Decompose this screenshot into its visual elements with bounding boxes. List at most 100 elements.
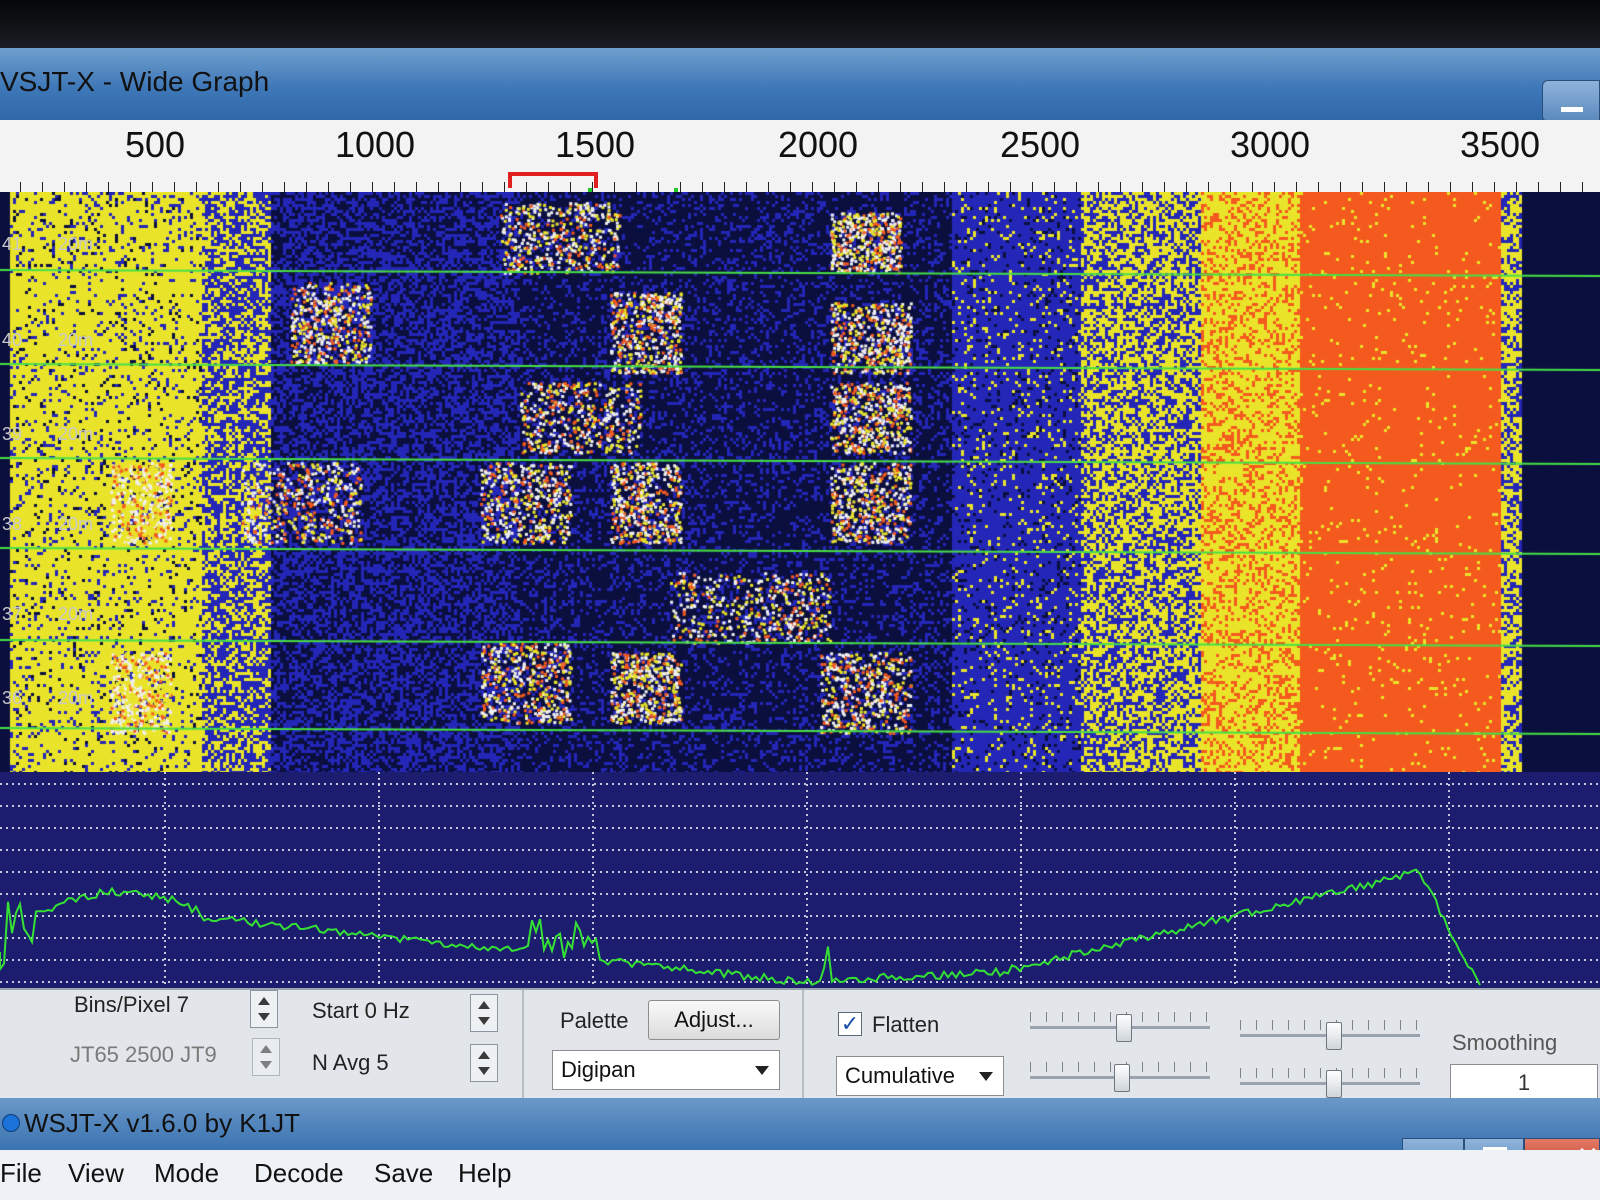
ruler-minor-tick: [922, 182, 923, 192]
wide-graph-titlebar[interactable]: VSJT-X - Wide Graph: [0, 48, 1600, 122]
menu-bar: File View Mode Decode Save Help: [0, 1150, 1600, 1200]
ruler-minor-tick: [1406, 182, 1407, 192]
smoothing-label: Smoothing: [1452, 1030, 1558, 1055]
ruler-minor-tick: [834, 182, 835, 192]
ruler-minor-tick: [1230, 182, 1231, 192]
ruler-minor-tick: [944, 182, 945, 192]
mode-line-label: JT65 2500 JT9: [70, 1042, 217, 1067]
row-time-label: 39: [2, 424, 23, 444]
ruler-minor-tick: [350, 182, 351, 192]
menu-mode[interactable]: Mode: [154, 1158, 219, 1189]
n-avg-label: N Avg 5: [312, 1050, 389, 1075]
ruler-minor-tick: [1164, 182, 1165, 192]
ruler-minor-tick: [1538, 182, 1539, 192]
freq-tick-label: 2500: [999, 124, 1081, 165]
ruler-minor-tick: [878, 182, 879, 192]
menu-decode[interactable]: Decode: [254, 1158, 344, 1189]
ruler-minor-tick: [1560, 182, 1561, 192]
ruler-minor-tick: [1252, 182, 1253, 192]
spectrum-plot[interactable]: [0, 772, 1600, 988]
ruler-minor-tick: [196, 182, 197, 192]
ruler-minor-tick: [966, 182, 967, 192]
ruler-minor-tick: [1186, 182, 1187, 192]
tx-frequency-marker[interactable]: [508, 172, 598, 188]
ruler-minor-tick: [1384, 182, 1385, 192]
ruler-minor-tick: [306, 182, 307, 192]
start-frequency-label: Start 0 Hz: [312, 998, 410, 1023]
flatten-label: Flatten: [872, 1012, 940, 1037]
row-band-label: 20m: [58, 424, 94, 444]
ruler-minor-tick: [988, 182, 989, 192]
wsjtx-logo-icon: [2, 1114, 20, 1132]
palette-label: Palette: [560, 1008, 629, 1033]
ruler-minor-tick: [1032, 182, 1033, 192]
freq-tick-label: 2000: [777, 124, 859, 165]
ruler-minor-tick: [1098, 182, 1099, 192]
row-time-label: 41: [2, 234, 23, 254]
menu-help[interactable]: Help: [458, 1158, 511, 1189]
ruler-minor-tick: [328, 182, 329, 192]
row-time-label: 37: [2, 604, 23, 624]
minimize-button[interactable]: [1542, 80, 1600, 122]
ruler-minor-tick: [416, 182, 417, 192]
row-band-label: 20m: [58, 688, 94, 708]
ruler-minor-tick: [438, 182, 439, 192]
ruler-minor-tick: [812, 182, 813, 192]
divider: [522, 990, 524, 1100]
spectrum-mode-value: Cumulative: [845, 1063, 956, 1088]
menu-file[interactable]: File: [0, 1158, 42, 1189]
n-avg-spinner[interactable]: [470, 1044, 498, 1082]
palette-select-value: Digipan: [561, 1057, 636, 1082]
spectrum-gain-slider[interactable]: [1240, 1020, 1420, 1050]
ruler-minor-tick: [1054, 182, 1055, 192]
spectrum-zero-slider[interactable]: [1240, 1068, 1420, 1098]
start-frequency-spinner[interactable]: [470, 994, 498, 1032]
zero-slider[interactable]: [1030, 1062, 1210, 1092]
window-title: VSJT-X - Wide Graph: [0, 66, 270, 97]
ruler-minor-tick: [1076, 182, 1077, 192]
ruler-minor-tick: [1208, 182, 1209, 192]
menu-save[interactable]: Save: [374, 1158, 433, 1189]
ruler-minor-tick: [1274, 182, 1275, 192]
palette-adjust-button[interactable]: Adjust...: [648, 1000, 780, 1040]
gain-slider[interactable]: [1030, 1012, 1210, 1042]
minimize-icon: [1561, 107, 1583, 112]
ruler-minor-tick: [240, 182, 241, 192]
ruler-minor-tick: [108, 182, 109, 192]
ruler-minor-tick: [680, 182, 681, 192]
row-time-label: 36: [2, 688, 23, 708]
row-band-label: 20m: [58, 330, 94, 350]
ruler-minor-tick: [1318, 182, 1319, 192]
palette-select[interactable]: Digipan: [552, 1050, 780, 1090]
ruler-minor-tick: [460, 182, 461, 192]
row-time-label: 40: [2, 330, 23, 350]
frequency-ruler[interactable]: 500 1000 1500 2000 2500 3000 3500: [0, 120, 1600, 192]
mode-line-spinner[interactable]: [252, 1038, 280, 1076]
wide-graph-window: VSJT-X - Wide Graph 500 1000 1500 2000 2…: [0, 48, 1600, 1200]
ruler-minor-tick: [1340, 182, 1341, 192]
ruler-minor-tick: [1142, 182, 1143, 192]
menu-view[interactable]: View: [68, 1158, 124, 1189]
freq-tick-label: 3500: [1459, 124, 1541, 165]
ruler-minor-tick: [768, 182, 769, 192]
main-window-titlebar[interactable]: WSJT-X v1.6.0 by K1JT: [0, 1098, 1600, 1150]
ruler-minor-tick: [394, 182, 395, 192]
ruler-minor-tick: [20, 182, 21, 192]
freq-tick-label: 1000: [334, 124, 416, 165]
smoothing-spinbox[interactable]: 1: [1450, 1064, 1598, 1102]
ruler-minor-tick: [1010, 182, 1011, 192]
bins-per-pixel-spinner[interactable]: [250, 990, 278, 1028]
freq-tick-label: 500: [124, 124, 186, 165]
spectrum-mode-select[interactable]: Cumulative: [836, 1056, 1004, 1096]
ruler-minor-tick: [1296, 182, 1297, 192]
ruler-minor-tick: [1120, 182, 1121, 192]
ruler-minor-tick: [1582, 182, 1583, 192]
main-window-title: WSJT-X v1.6.0 by K1JT: [24, 1108, 300, 1138]
ruler-minor-tick: [1472, 182, 1473, 192]
row-time-label: 38: [2, 514, 23, 534]
ruler-minor-tick: [130, 182, 131, 192]
flatten-checkbox[interactable]: ✓: [838, 1012, 862, 1036]
ruler-minor-tick: [218, 182, 219, 192]
monitor-bezel: [0, 0, 1600, 48]
ruler-minor-tick: [86, 182, 87, 192]
